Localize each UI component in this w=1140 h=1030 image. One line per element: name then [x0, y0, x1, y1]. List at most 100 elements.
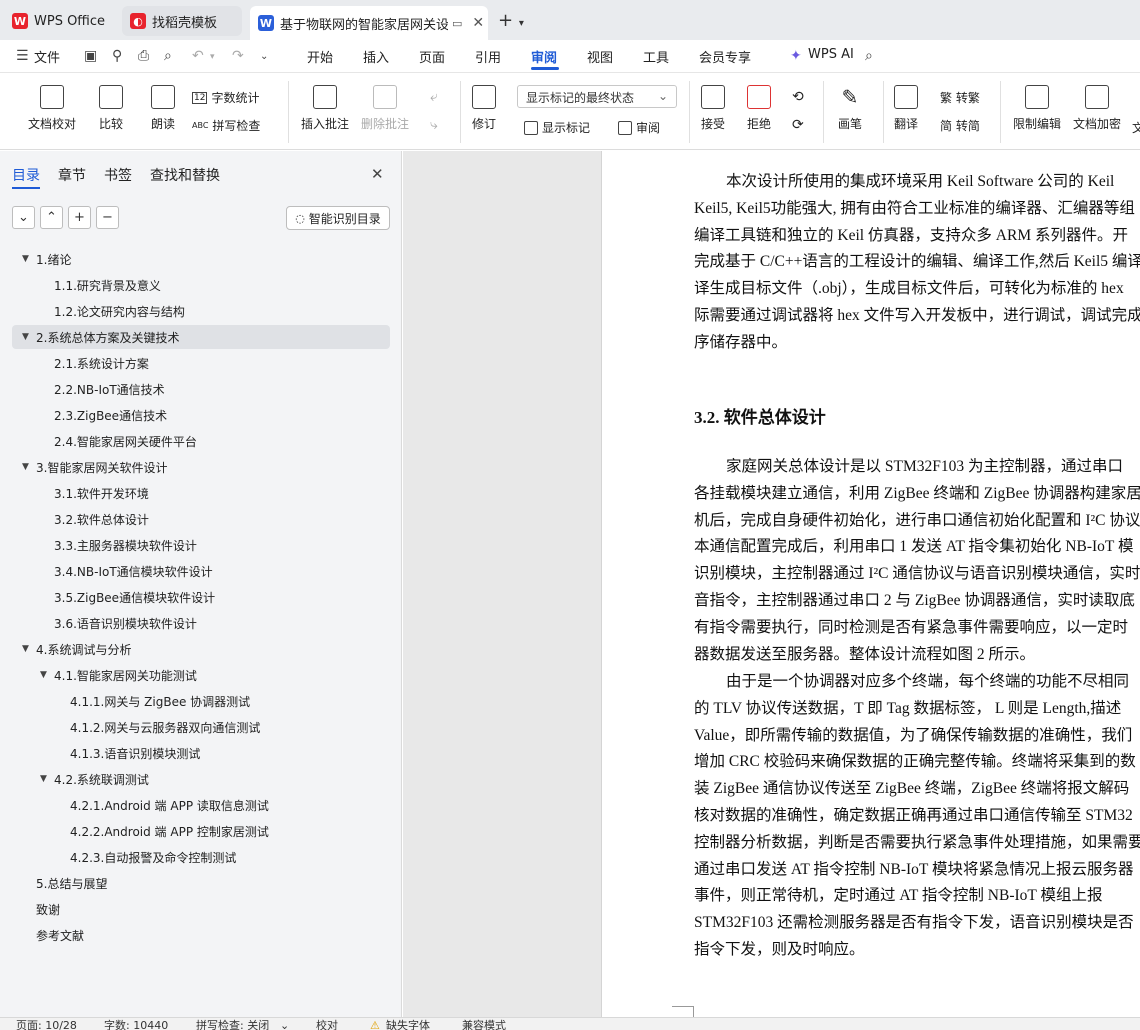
toc-item[interactable]: 3.2.软件总体设计	[40, 507, 149, 531]
expand-caret-icon[interactable]: ▼	[22, 644, 36, 654]
toc-item[interactable]: 4.2.1.Android 端 APP 读取信息测试	[56, 793, 269, 817]
prev-change-icon[interactable]: ⟲	[792, 89, 804, 105]
status-proof[interactable]: 校对	[316, 1019, 338, 1030]
menu-tools[interactable]: 工具	[643, 47, 669, 66]
to-simplified-button[interactable]: 简 转简	[940, 117, 980, 134]
toc-item[interactable]: 1.2.论文研究内容与结构	[40, 299, 185, 323]
share-icon[interactable]: ⚲	[112, 48, 122, 64]
revise-button[interactable]: 修订	[472, 85, 496, 132]
toc-item[interactable]: 4.1.1.网关与 ZigBee 协调器测试	[56, 689, 250, 713]
close-icon[interactable]: ✕	[371, 165, 384, 183]
toc-item[interactable]: 参考文献	[22, 923, 84, 947]
toc-item[interactable]: ▼ 3.智能家居网关软件设计	[22, 455, 167, 479]
menu-wps-ai[interactable]: WPS AI	[808, 47, 854, 62]
hamburger-menu-icon[interactable]: ☰	[16, 48, 29, 64]
page-margin-marker	[672, 1006, 694, 1017]
more-quick-icon[interactable]: ⌄	[260, 51, 268, 62]
section-heading: 3.2. 软件总体设计	[694, 408, 826, 427]
menu-start[interactable]: 开始	[307, 47, 333, 66]
doc-encrypt-button[interactable]: 文档加密	[1073, 85, 1121, 132]
toc-item[interactable]: 3.3.主服务器模块软件设计	[40, 533, 197, 557]
next-change-icon[interactable]: ⟳	[792, 117, 804, 133]
delete-comment-button[interactable]: 删除批注	[361, 85, 409, 132]
new-tab-plus-icon[interactable]: + ▾	[498, 10, 524, 31]
toc-item[interactable]: ▼ 1.绪论	[22, 247, 71, 271]
insert-comment-button[interactable]: 插入批注	[301, 85, 349, 132]
accept-button[interactable]: 接受	[701, 85, 725, 132]
undo-dropdown-icon[interactable]: ▾	[210, 52, 215, 62]
translate-button[interactable]: 翻译	[894, 85, 918, 132]
status-missing-font[interactable]: 缺失字体	[386, 1019, 430, 1030]
toc-item[interactable]: 2.1.系统设计方案	[40, 351, 149, 375]
compare-button[interactable]: 比较	[99, 85, 123, 132]
toc-item[interactable]: ▼ 4.2.系统联调测试	[40, 767, 149, 791]
toc-item[interactable]: 3.4.NB-IoT通信模块软件设计	[40, 559, 213, 583]
status-spell[interactable]: 拼写检查: 关闭	[196, 1019, 269, 1030]
toc-item[interactable]: 5.总结与展望	[22, 871, 107, 895]
toc-item[interactable]: 1.1.研究背景及意义	[40, 273, 161, 297]
tab-docer-templates[interactable]: ◐ 找稻壳模板	[122, 6, 242, 36]
redo-icon[interactable]: ↷	[232, 48, 244, 64]
add-heading-button[interactable]: +	[68, 206, 91, 229]
collapse-all-button[interactable]: ⌄	[12, 206, 35, 229]
next-comment-icon[interactable]: ⤷	[430, 117, 438, 133]
toc-item[interactable]: 4.1.2.网关与云服务器双向通信测试	[56, 715, 260, 739]
status-words[interactable]: 字数: 10440	[104, 1019, 168, 1030]
menu-member[interactable]: 会员专享	[699, 47, 751, 66]
toc-item[interactable]: 3.5.ZigBee通信模块软件设计	[40, 585, 215, 609]
show-markup-button[interactable]: 显示标记	[524, 119, 590, 136]
close-tab-icon[interactable]: ✕	[472, 15, 484, 31]
toc-item[interactable]: 4.1.3.语音识别模块测试	[56, 741, 200, 765]
toc-item[interactable]: ▼ 4.系统调试与分析	[22, 637, 131, 661]
expand-up-button[interactable]: ⌃	[40, 206, 63, 229]
spell-check-button[interactable]: ABC 拼写检查	[192, 117, 260, 134]
nav-tab-toc[interactable]: 目录	[12, 165, 40, 185]
read-aloud-button[interactable]: 朗读	[151, 85, 175, 132]
expand-caret-icon[interactable]: ▼	[40, 670, 54, 680]
expand-caret-icon[interactable]: ▼	[22, 462, 36, 472]
toc-item[interactable]: 2.2.NB-IoT通信技术	[40, 377, 165, 401]
toc-item[interactable]: ▼ 2.系统总体方案及关键技术	[22, 325, 179, 349]
word-count-button[interactable]: 12 字数统计	[192, 89, 259, 106]
menu-insert[interactable]: 插入	[363, 47, 389, 66]
pen-button[interactable]: ✎ 画笔	[838, 85, 862, 132]
expand-caret-icon[interactable]: ▼	[22, 332, 36, 342]
menu-file[interactable]: 文件	[34, 47, 60, 66]
toc-item[interactable]: 致谢	[22, 897, 60, 921]
search-icon[interactable]: ⌕	[865, 48, 873, 64]
menu-view[interactable]: 视图	[587, 47, 613, 66]
expand-caret-icon[interactable]: ▼	[22, 254, 36, 264]
expand-caret-icon[interactable]: ▼	[40, 774, 54, 784]
review-pane-button[interactable]: 审阅	[618, 119, 660, 136]
doc-more-button[interactable]: 文	[1132, 119, 1140, 136]
print-icon[interactable]: ⎙	[138, 48, 149, 64]
menu-review[interactable]: 审阅	[531, 47, 557, 66]
nav-tab-find-replace[interactable]: 查找和替换	[150, 165, 220, 185]
window-icon[interactable]: ▭	[452, 17, 462, 30]
toc-item[interactable]: 3.1.软件开发环境	[40, 481, 149, 505]
toc-item[interactable]: ▼ 4.1.智能家居网关功能测试	[40, 663, 197, 687]
toc-item[interactable]: 4.2.2.Android 端 APP 控制家居测试	[56, 819, 269, 843]
toc-item[interactable]: 2.4.智能家居网关硬件平台	[40, 429, 197, 453]
remove-heading-button[interactable]: −	[96, 206, 119, 229]
markup-state-select[interactable]: 显示标记的最终状态 ⌄	[517, 85, 677, 108]
nav-tab-bookmarks[interactable]: 书签	[104, 165, 132, 185]
save-icon[interactable]: ▣	[84, 48, 97, 64]
status-page[interactable]: 页面: 10/28	[16, 1019, 77, 1030]
menu-page[interactable]: 页面	[419, 47, 445, 66]
smart-toc-button[interactable]: ◌ 智能识别目录	[286, 206, 390, 230]
reject-button[interactable]: 拒绝	[747, 85, 771, 132]
print-preview-icon[interactable]: ⌕	[164, 48, 172, 64]
nav-tab-chapters[interactable]: 章节	[58, 165, 86, 185]
undo-icon[interactable]: ↶	[192, 48, 204, 64]
prev-comment-icon[interactable]: ⤶	[430, 89, 438, 105]
tab-current-document[interactable]: W 基于物联网的智能家居网关设计 ▭ ✕	[250, 6, 488, 40]
restrict-edit-button[interactable]: 限制编辑	[1013, 85, 1061, 132]
toc-item[interactable]: 3.6.语音识别模块软件设计	[40, 611, 197, 635]
doc-proof-button[interactable]: 文档校对	[28, 85, 76, 132]
toc-item[interactable]: 4.2.3.自动报警及命令控制测试	[56, 845, 236, 869]
to-traditional-button[interactable]: 繁 转繁	[940, 89, 980, 106]
menu-reference[interactable]: 引用	[475, 47, 501, 66]
toc-item[interactable]: 2.3.ZigBee通信技术	[40, 403, 167, 427]
tab-wps-office[interactable]: W WPS Office	[12, 6, 114, 36]
